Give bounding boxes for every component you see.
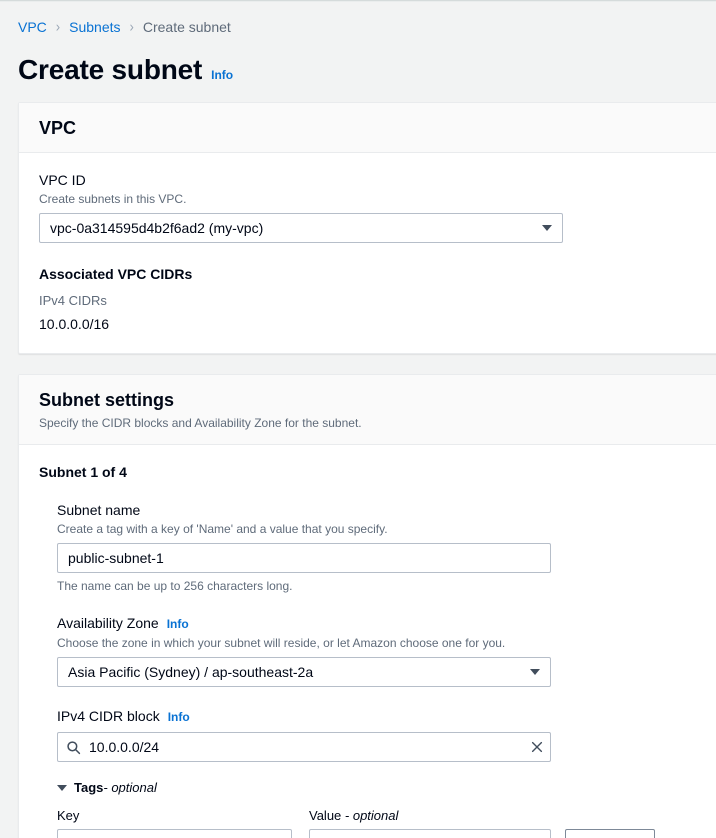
subnet-settings-description: Specify the CIDR blocks and Availability… [39, 416, 362, 430]
availability-zone-info-link[interactable]: Info [167, 615, 189, 633]
chevron-down-icon [542, 225, 552, 231]
tags-expand-toggle[interactable]: Tags - optional [57, 780, 697, 795]
clear-icon[interactable] [530, 740, 544, 754]
breadcrumb-separator-icon: › [129, 17, 134, 36]
subnet-fields-group: Subnet name Create a tag with a key of '… [39, 501, 697, 838]
chevron-down-icon [57, 784, 67, 791]
vpc-panel: VPC VPC ID Create subnets in this VPC. v… [18, 102, 716, 354]
vpc-id-label: VPC ID [39, 172, 86, 188]
tags-toggle-optional: - optional [103, 780, 157, 795]
subnet-settings-header: Subnet settings Specify the CIDR blocks … [19, 375, 716, 445]
tag-value-header-text: Value [309, 808, 342, 823]
search-icon [66, 740, 81, 755]
vpc-id-description: Create subnets in this VPC. [39, 192, 187, 206]
page-header: Create subnet Info [0, 36, 716, 102]
breadcrumb-item-subnets[interactable]: Subnets [69, 18, 120, 36]
tag-remove-column: Remove [565, 829, 655, 838]
tag-key-header: Key [57, 808, 80, 823]
subnet-name-constraint: The name can be up to 256 characters lon… [57, 579, 293, 593]
tag-value-column: Value - optional public-subnet-1 [309, 807, 551, 838]
associated-cidrs-block: Associated VPC CIDRs IPv4 CIDRs 10.0.0.0… [39, 265, 697, 333]
vpc-id-field: VPC ID Create subnets in this VPC. vpc-0… [39, 171, 697, 243]
breadcrumb-item-vpc[interactable]: VPC [18, 18, 47, 36]
associated-cidrs-value: 10.0.0.0/16 [39, 316, 110, 332]
vpc-panel-header: VPC [19, 103, 716, 153]
subnet-name-description: Create a tag with a key of 'Name' and a … [57, 522, 388, 536]
subnet-name-value: public-subnet-1 [68, 550, 164, 566]
subnet-index-label: Subnet 1 of 4 [39, 464, 127, 480]
tag-value-header-optional: - optional [341, 808, 399, 823]
vpc-id-selected-value: vpc-0a314595d4b2f6ad2 (my-vpc) [50, 220, 264, 236]
chevron-down-icon [530, 669, 540, 675]
ipv4-cidr-block-field: IPv4 CIDR block Info 10.0.0.0/24 [57, 707, 697, 762]
ipv4-cidr-block-value: 10.0.0.0/24 [89, 739, 160, 755]
ipv4-cidr-block-info-link[interactable]: Info [168, 708, 190, 726]
tags-section: Tags - optional Key Value - optional [57, 780, 697, 838]
subnet-settings-title: Subnet settings [39, 390, 175, 410]
ipv4-cidr-block-input[interactable]: 10.0.0.0/24 [57, 732, 551, 762]
availability-zone-field: Availability Zone Info Choose the zone i… [57, 614, 697, 687]
associated-cidrs-subtitle: IPv4 CIDRs [39, 293, 107, 308]
tag-row: Key Name [57, 807, 697, 838]
tag-key-input[interactable]: Name [57, 829, 292, 838]
tag-value-input[interactable]: public-subnet-1 [309, 829, 551, 838]
availability-zone-description: Choose the zone in which your subnet wil… [57, 636, 506, 650]
tag-value-header: Value - optional [309, 807, 551, 824]
ipv4-cidr-block-label-text: IPv4 CIDR block [57, 708, 160, 724]
subnet-settings-body: Subnet 1 of 4 Subnet name Create a tag w… [19, 445, 716, 838]
vpc-panel-title: VPC [39, 118, 77, 138]
page-title: Create subnet [18, 54, 203, 85]
subnet-name-label: Subnet name [57, 502, 141, 518]
vpc-id-select[interactable]: vpc-0a314595d4b2f6ad2 (my-vpc) [39, 213, 563, 243]
subnet-name-input[interactable]: public-subnet-1 [57, 543, 551, 573]
availability-zone-select[interactable]: Asia Pacific (Sydney) / ap-southeast-2a [57, 657, 551, 687]
tags-toggle-label: Tags [74, 780, 104, 795]
availability-zone-selected-value: Asia Pacific (Sydney) / ap-southeast-2a [68, 664, 314, 680]
ipv4-cidr-block-label: IPv4 CIDR block Info [57, 707, 697, 726]
vpc-panel-body: VPC ID Create subnets in this VPC. vpc-0… [19, 153, 716, 353]
availability-zone-label-text: Availability Zone [57, 615, 159, 631]
availability-zone-label: Availability Zone Info [57, 614, 697, 633]
page-info-link[interactable]: Info [211, 68, 233, 82]
remove-tag-button[interactable]: Remove [565, 829, 655, 838]
subnet-name-field: Subnet name Create a tag with a key of '… [57, 501, 697, 594]
associated-cidrs-title: Associated VPC CIDRs [39, 266, 193, 282]
breadcrumb-item-create-subnet: Create subnet [142, 19, 231, 35]
subnet-settings-panel: Subnet settings Specify the CIDR blocks … [18, 374, 716, 838]
tag-key-column: Key Name [57, 807, 292, 838]
breadcrumb-separator-icon: › [55, 17, 61, 36]
breadcrumb: VPC › Subnets › Create subnet [0, 2, 716, 36]
